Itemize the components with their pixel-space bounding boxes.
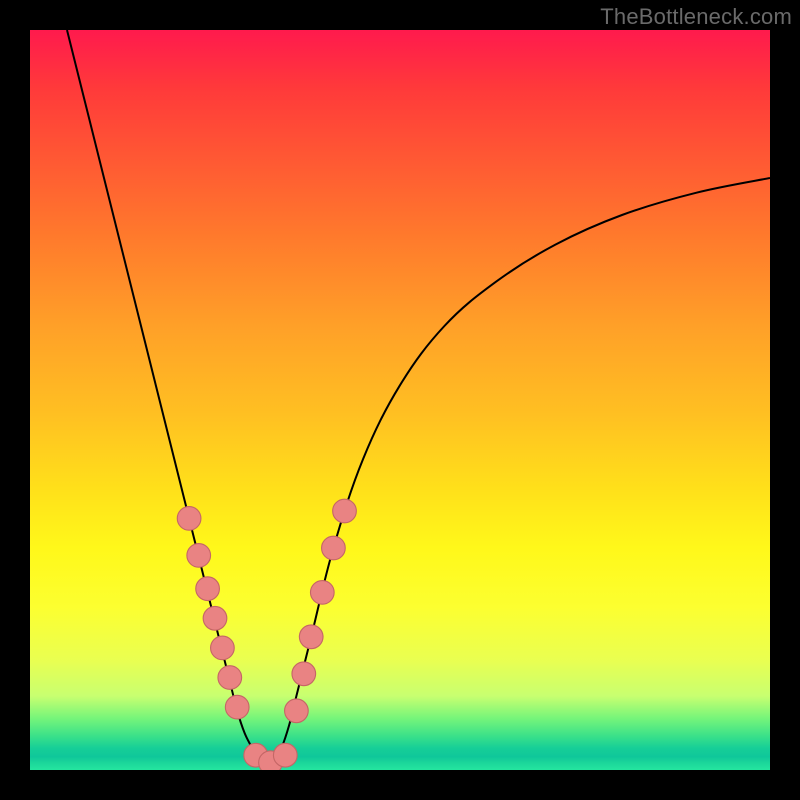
data-marker <box>177 507 201 531</box>
data-marker <box>310 581 334 605</box>
curve-group <box>67 30 770 770</box>
plot-area <box>30 30 770 770</box>
curve-left-branch <box>67 30 267 770</box>
data-marker <box>196 577 220 601</box>
data-marker <box>333 499 357 523</box>
data-marker <box>225 695 249 719</box>
data-marker <box>285 699 309 723</box>
data-marker <box>203 606 227 630</box>
marker-group <box>177 499 356 770</box>
data-marker <box>292 662 316 686</box>
watermark-text: TheBottleneck.com <box>600 4 792 30</box>
data-marker <box>299 625 323 649</box>
data-marker <box>218 666 242 690</box>
data-marker <box>187 544 211 568</box>
chart-svg <box>30 30 770 770</box>
curve-right-branch <box>267 178 770 770</box>
data-marker <box>273 743 297 767</box>
data-marker <box>211 636 235 660</box>
data-marker <box>322 536 346 560</box>
chart-stage: TheBottleneck.com <box>0 0 800 800</box>
